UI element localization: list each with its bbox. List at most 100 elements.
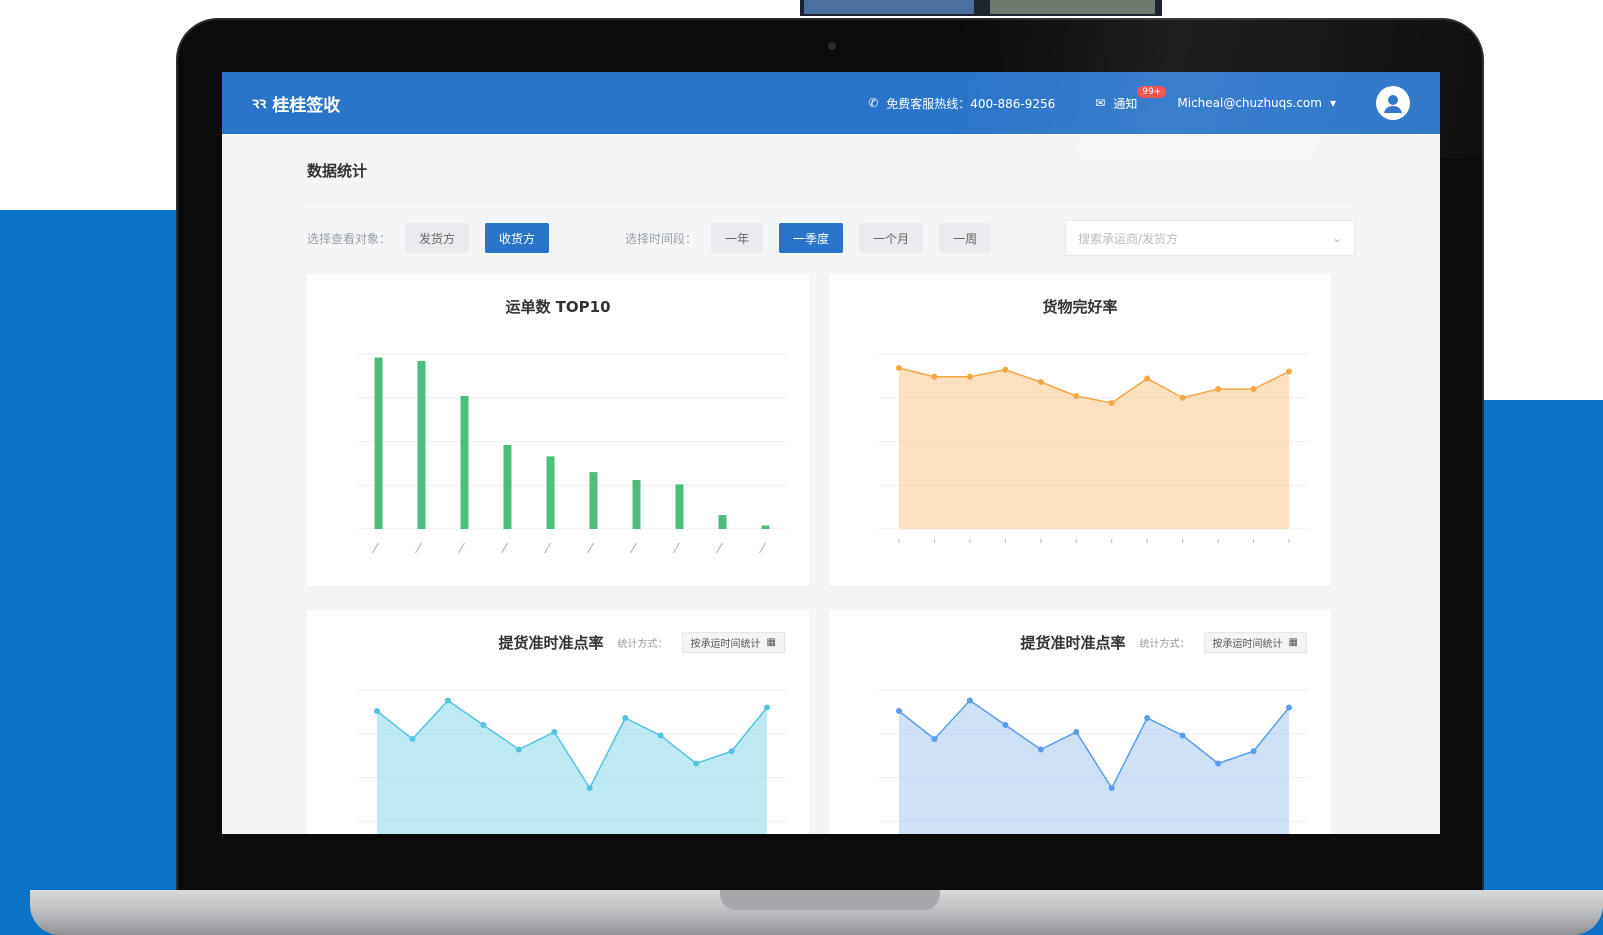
card-title: 提货准时准点率 <box>1020 634 1126 652</box>
app-screen: ꝛꝛ 桂桂签收 ✆ 免费客服热线：400-886-9256 ✉ 通知 99+ M… <box>222 72 1440 834</box>
logo-text: 桂桂签收 <box>272 95 341 116</box>
card-title: 货物完好率 <box>1042 298 1118 316</box>
x-tick <box>716 542 723 554</box>
data-point <box>1250 748 1257 755</box>
time-option-year[interactable]: 一年 <box>711 223 764 253</box>
area-fill <box>899 368 1289 529</box>
card-title: 提货准时准点率 <box>498 634 604 652</box>
time-option-month[interactable]: 一个月 <box>859 223 924 253</box>
x-tick <box>759 542 766 554</box>
area-fill <box>899 700 1289 834</box>
data-point <box>1286 368 1292 375</box>
stat-label: 统计方式： <box>617 639 668 650</box>
time-option-quarter[interactable]: 一季度 <box>779 223 844 253</box>
bar <box>675 484 684 529</box>
photo-strip <box>800 0 1162 16</box>
x-tick <box>630 542 637 554</box>
chevron-down-icon: ▾ <box>1329 96 1336 110</box>
page-title: 数据统计 <box>307 134 1355 202</box>
data-point <box>1144 715 1151 721</box>
card-title: 运单数 TOP10 <box>505 298 611 316</box>
stat-value: 按承运时间统计 <box>1212 639 1283 650</box>
avatar[interactable] <box>1376 86 1410 120</box>
data-point <box>931 373 938 380</box>
data-point <box>657 732 664 739</box>
bar <box>503 445 512 529</box>
target-option-receiver[interactable]: 收货方 <box>485 223 550 253</box>
x-tick <box>372 542 379 554</box>
background-blue-left <box>0 210 200 935</box>
card-pickup-ontime-2: 提货准时准点率 统计方式： 按承运时间统计 ▦ <box>829 610 1331 834</box>
data-point <box>931 736 938 742</box>
filter-bar: 选择查看对象： 发货方 收货方 选择时间段： 一年 一季度 一个月 一周 搜索承… <box>307 202 1355 274</box>
carrier-search-select[interactable]: 搜索承运商/发货方 ⌄ <box>1065 220 1355 256</box>
bar <box>632 480 641 529</box>
calendar-icon: ▦ <box>1288 637 1298 648</box>
data-point <box>1215 760 1222 767</box>
data-point <box>1037 746 1044 753</box>
time-label: 选择时间段： <box>625 231 698 246</box>
bar <box>761 525 770 529</box>
bar <box>374 357 383 529</box>
stat-select[interactable]: 按承运时间统计 ▦ <box>681 632 785 653</box>
area-fill <box>377 700 767 834</box>
data-point <box>586 785 593 791</box>
data-point <box>1179 394 1186 401</box>
card-top10: 运单数 TOP10 <box>307 274 809 586</box>
target-label: 选择查看对象： <box>307 231 392 246</box>
hotline-text: 免费客服热线：400-886-9256 <box>886 96 1056 111</box>
data-point <box>728 748 735 755</box>
data-point <box>1108 400 1115 406</box>
area-chart <box>357 689 787 834</box>
notification-badge: 99+ <box>1137 85 1167 98</box>
mail-icon: ✉ <box>1095 96 1106 110</box>
logo-icon: ꝛꝛ <box>252 94 267 112</box>
background-blue-right <box>1480 400 1603 935</box>
hotline: ✆ 免费客服热线：400-886-9256 <box>868 95 1055 112</box>
card-pickup-ontime-1: 提货准时准点率 统计方式： 按承运时间统计 ▦ <box>307 610 809 834</box>
search-placeholder: 搜索承运商/发货方 <box>1078 231 1179 246</box>
data-point <box>480 722 487 728</box>
data-point <box>896 708 902 714</box>
promo-stage: ꝛꝛ 桂桂签收 ✆ 免费客服热线：400-886-9256 ✉ 通知 99+ M… <box>0 0 1603 935</box>
bar <box>546 456 555 529</box>
x-tick <box>673 542 680 554</box>
x-tick <box>587 542 594 554</box>
bar <box>417 361 426 529</box>
target-option-shipper[interactable]: 发货方 <box>405 223 470 253</box>
notification-button[interactable]: ✉ 通知 99+ <box>1095 85 1167 112</box>
stat-select[interactable]: 按承运时间统计 ▦ <box>1203 632 1307 653</box>
data-point <box>1179 732 1186 739</box>
bar-chart <box>357 353 787 554</box>
user-email: Micheal@chuzhuqs.com <box>1177 96 1322 110</box>
data-point <box>515 746 522 753</box>
data-point <box>1002 366 1009 373</box>
data-point <box>966 373 973 380</box>
calendar-icon: ▦ <box>766 637 776 648</box>
x-tick <box>458 542 465 554</box>
data-point <box>374 708 380 714</box>
data-point <box>1250 386 1257 392</box>
time-option-week[interactable]: 一周 <box>939 223 992 253</box>
x-tick <box>501 542 508 554</box>
notification-label: 通知 <box>1113 96 1138 111</box>
bar <box>460 396 469 529</box>
data-point <box>444 697 451 704</box>
data-point <box>1144 375 1151 382</box>
user-menu[interactable]: Micheal@chuzhuqs.com ▾ <box>1177 96 1336 110</box>
data-point <box>1073 393 1080 399</box>
data-point <box>409 736 416 742</box>
camera-icon <box>828 42 836 50</box>
phone-icon: ✆ <box>868 96 879 110</box>
photo-thumbnail <box>804 0 974 14</box>
data-point <box>896 365 902 371</box>
data-point <box>1002 722 1009 728</box>
bar <box>718 515 727 529</box>
data-point <box>1037 379 1044 385</box>
bar <box>589 472 598 529</box>
chevron-down-icon: ⌄ <box>1331 231 1342 245</box>
data-point <box>622 715 629 721</box>
logo[interactable]: ꝛꝛ 桂桂签收 <box>252 91 340 116</box>
area-chart <box>879 689 1309 834</box>
card-goods-intact: 货物完好率 <box>829 274 1331 586</box>
